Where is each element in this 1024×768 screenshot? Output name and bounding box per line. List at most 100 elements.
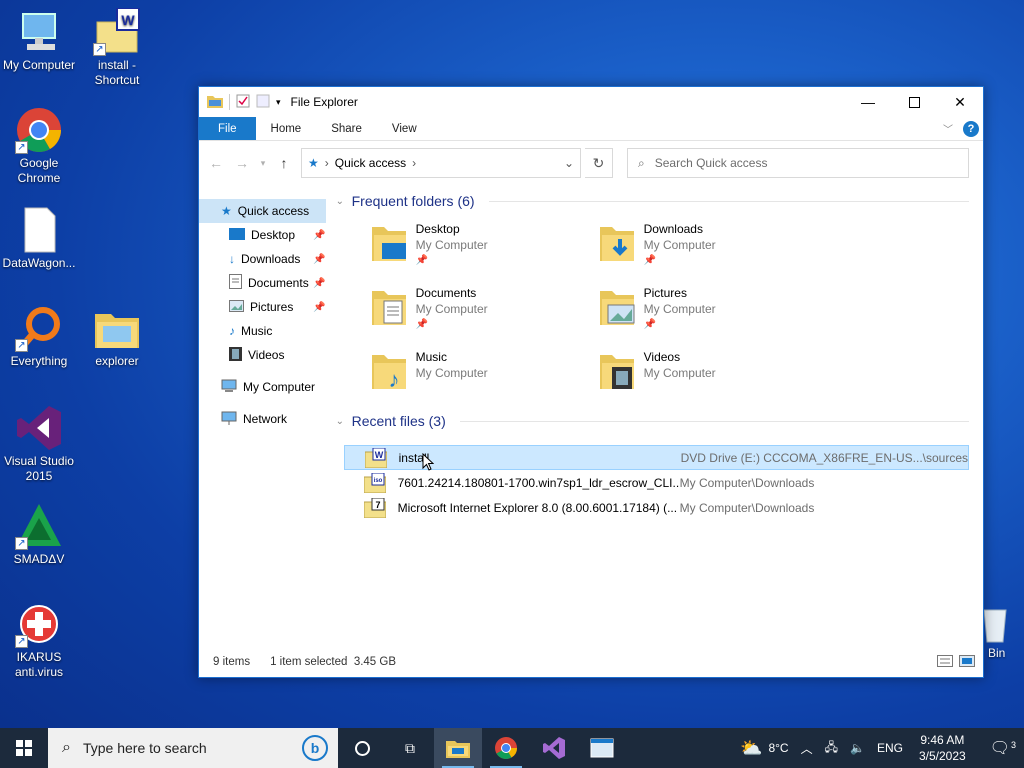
nav-item-downloads[interactable]: ↓ Downloads 📌 [199,247,330,271]
forward-button[interactable]: → [231,152,253,174]
help-icon[interactable]: ? [963,120,979,137]
recent-file-row[interactable]: iso 7601.24214.180801-1700.win7sp1_ldr_e… [344,470,969,495]
clock[interactable]: 9:46 AM 3/5/2023 [909,732,976,764]
folder-name: Desktop [415,222,460,236]
downloads-folder-icon [598,221,636,263]
nav-item-label: Videos [248,348,285,362]
desktop-icon-label: IKARUS anti.virus [14,650,64,679]
volume-tray-icon[interactable]: 🔈 [844,741,871,755]
folder-tile-desktop[interactable]: Desktop My Computer 📌 [370,221,598,271]
nav-item-quick-access[interactable]: ★ Quick access [199,199,326,223]
maximize-button[interactable] [891,87,937,117]
item-count: 9 items [213,656,251,668]
shortcut-arrow-icon: ↗ [15,339,28,352]
recent-file-row[interactable]: 7 Microsoft Internet Explorer 8.0 (8.00.… [344,495,969,520]
folder-tile-downloads[interactable]: Downloads My Computer 📌 [598,221,826,271]
recent-file-row[interactable]: W install DVD Drive (E:) CCCOMA_X86FRE_E… [343,445,969,470]
visual-studio-icon [543,737,565,759]
address-dropdown-icon[interactable]: ⌄ [558,156,580,170]
pictures-icon [229,299,244,315]
up-button[interactable]: ↑ [273,152,295,174]
desktop-icon-datawagon[interactable]: DataWagon... [0,206,78,271]
installer-icon: W ↗ [93,7,141,56]
close-button[interactable]: ✕ [937,87,983,117]
window-title: File Explorer [290,95,358,109]
expand-ribbon-icon[interactable]: ﹀ [943,121,953,136]
desktop-icon-visual-studio[interactable]: Visual Studio 2015 [0,404,78,484]
folder-location: My Computer [415,366,488,380]
frequent-folders-header[interactable]: ⌄ Frequent folders (6) [336,189,969,213]
back-button[interactable]: ← [205,152,227,174]
title-bar[interactable]: ▾ File Explorer — ✕ [199,87,983,117]
up-arrow-icon: ↑ [280,155,288,171]
customize-toolbar-icon[interactable]: ▾ [276,97,281,108]
desktop-icon-ikarus[interactable]: ↗ IKARUS anti.virus [0,600,78,680]
refresh-icon: ↻ [592,154,605,171]
network-icon: 🖧 [824,739,838,754]
taskbar-visual-studio[interactable] [530,728,578,768]
folder-tile-music[interactable]: ♪ Music My Computer [370,349,598,399]
weather-partly-cloudy-icon: ⛅ [740,737,763,758]
tab-share[interactable]: Share [316,117,377,140]
network-tray-icon[interactable]: 🖧 [819,738,844,759]
group-title: Frequent folders (6) [351,193,475,209]
weather-widget[interactable]: ⛅ 8°C [734,738,795,759]
music-note-icon: ♪ [229,324,235,338]
nav-item-music[interactable]: ♪ Music [199,319,330,343]
desktop-icon-everything[interactable]: ↗ Everything [0,304,78,369]
recent-files-header[interactable]: ⌄ Recent files (3) [336,409,969,433]
clock-time: 9:46 AM [920,733,965,747]
show-hidden-icons-button[interactable]: ︿ [795,740,819,757]
navigation-pane: ★ Quick access Desktop 📌 ↓ Downloads 📌 D… [199,185,330,647]
search-placeholder: Search Quick access [654,156,768,170]
chevron-down-icon: ⌄ [335,195,344,207]
taskbar-search-input[interactable]: ⌕ Type here to search b [48,728,338,768]
taskbar-file-explorer[interactable] [434,728,482,768]
folder-tile-pictures[interactable]: Pictures My Computer 📌 [598,285,826,335]
taskbar-chrome[interactable] [482,728,530,768]
iso-file-icon: iso [363,472,387,493]
nav-item-network[interactable]: Network [199,407,330,431]
nav-item-documents[interactable]: Documents 📌 [199,271,330,295]
tab-view[interactable]: View [377,117,432,140]
nav-item-pictures[interactable]: Pictures 📌 [199,295,330,319]
refresh-button[interactable]: ↻ [585,148,613,178]
nav-item-videos[interactable]: Videos [199,343,330,367]
search-input[interactable]: ⌕ Search Quick access [627,148,969,178]
bing-icon[interactable]: b [302,735,328,761]
desktop-icon-my-computer[interactable]: My Computer [0,8,78,73]
action-center-button[interactable]: 🗨 3 [976,738,1024,758]
minimize-button[interactable]: — [845,87,891,117]
nav-item-desktop[interactable]: Desktop 📌 [199,223,330,247]
large-icons-view-icon[interactable] [959,654,975,670]
taskbar: ⌕ Type here to search b ⧉ ⛅ 8°C ︿ 🖧 🔈 EN… [0,728,1024,768]
desktop-icon-smadav[interactable]: ↗ SMADΔV [0,502,78,567]
folder-tile-documents[interactable]: Documents My Computer 📌 [370,285,598,335]
nav-item-label: Desktop [251,228,296,242]
desktop-icon-chrome[interactable]: ↗ Google Chrome [0,106,78,186]
start-button[interactable] [0,728,48,768]
chevron-up-icon: ︿ [800,741,813,756]
address-bar[interactable]: ★ › Quick access › ⌄ [301,148,581,178]
taskbar-app-window[interactable] [578,728,626,768]
nav-item-my-computer[interactable]: My Computer [199,375,330,399]
tab-home[interactable]: Home [256,117,317,140]
breadcrumb-quick-access[interactable]: Quick access [335,156,406,170]
desktop-icon-install-shortcut[interactable]: W ↗ install - Shortcut [78,7,156,88]
quick-access-toolbar: ▾ [207,94,281,111]
desktop-icon-explorer[interactable]: explorer [78,304,156,369]
properties-icon[interactable] [236,94,250,111]
selection-info: 1 item selected 3.45 GB [270,656,397,668]
frequent-folders-grid: Desktop My Computer 📌 Downloads My Computer… [336,213,969,409]
cortana-button[interactable] [338,728,386,768]
details-view-icon[interactable] [937,654,953,670]
tab-file[interactable]: File [199,117,256,140]
task-view-button[interactable]: ⧉ [386,728,434,768]
folder-tile-videos[interactable]: Videos My Computer [598,349,826,399]
chrome-icon: ↗ [15,106,63,154]
new-folder-icon[interactable] [256,94,270,111]
folder-name: Music [415,350,447,364]
language-indicator[interactable]: ENG [871,741,909,755]
recent-locations-button[interactable]: ▾ [257,152,269,174]
file-path: DVD Drive (E:) CCCOMA_X86FRE_EN-US...\so… [680,450,968,465]
